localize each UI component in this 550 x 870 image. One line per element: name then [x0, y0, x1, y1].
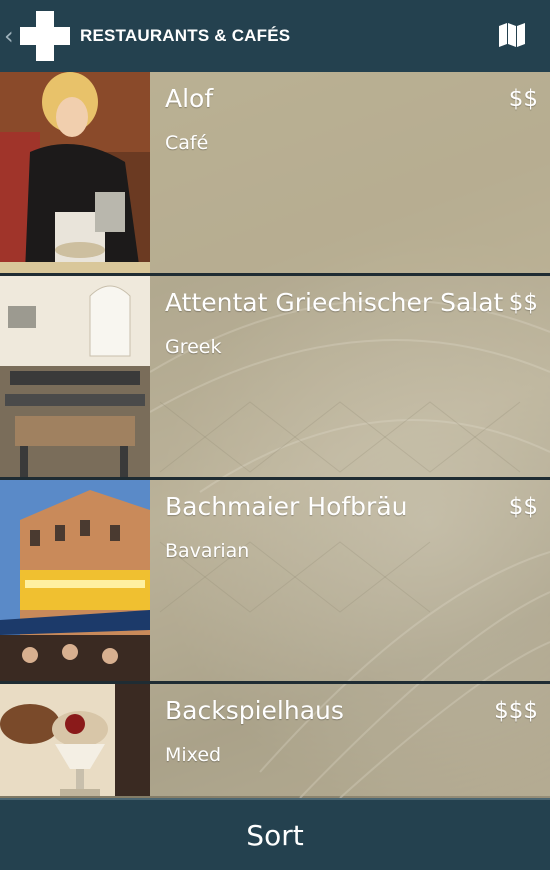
restaurant-list: Alof Café $$ Attentat Griechischer Salat…: [0, 72, 550, 796]
restaurant-price: $$: [508, 86, 538, 112]
restaurant-cuisine: Café: [165, 132, 209, 154]
back-chevron-icon[interactable]: ‹: [4, 24, 14, 48]
restaurant-cuisine: Greek: [165, 336, 222, 358]
restaurant-thumbnail: [0, 276, 150, 477]
page-title: RESTAURANTS & CAFÉS: [80, 26, 291, 45]
app-bar: ‹ RESTAURANTS & CAFÉS: [0, 0, 550, 72]
restaurant-price: $$$: [494, 698, 538, 724]
sort-label: Sort: [246, 818, 304, 852]
restaurant-cuisine: Bavarian: [165, 540, 250, 562]
map-icon[interactable]: [498, 22, 526, 48]
list-item[interactable]: Bachmaier Hofbräu Bavarian $$: [0, 480, 550, 684]
restaurant-name: Attentat Griechischer Salat: [165, 288, 504, 317]
sort-button[interactable]: Sort: [0, 798, 550, 870]
restaurant-thumbnail: [0, 480, 150, 681]
list-item[interactable]: Alof Café $$: [0, 72, 550, 276]
restaurant-price: $$: [508, 290, 538, 316]
restaurant-name: Alof: [165, 84, 214, 113]
restaurant-price: $$: [508, 494, 538, 520]
list-item[interactable]: Attentat Griechischer Salat Greek $$: [0, 276, 550, 480]
list-item[interactable]: Backspielhaus Mixed $$$: [0, 684, 550, 796]
restaurant-thumbnail: [0, 72, 150, 273]
restaurant-name: Bachmaier Hofbräu: [165, 492, 408, 521]
restaurant-name: Backspielhaus: [165, 696, 344, 725]
restaurant-thumbnail: [0, 684, 150, 796]
restaurant-cuisine: Mixed: [165, 744, 222, 766]
plus-logo-icon[interactable]: [16, 7, 74, 65]
